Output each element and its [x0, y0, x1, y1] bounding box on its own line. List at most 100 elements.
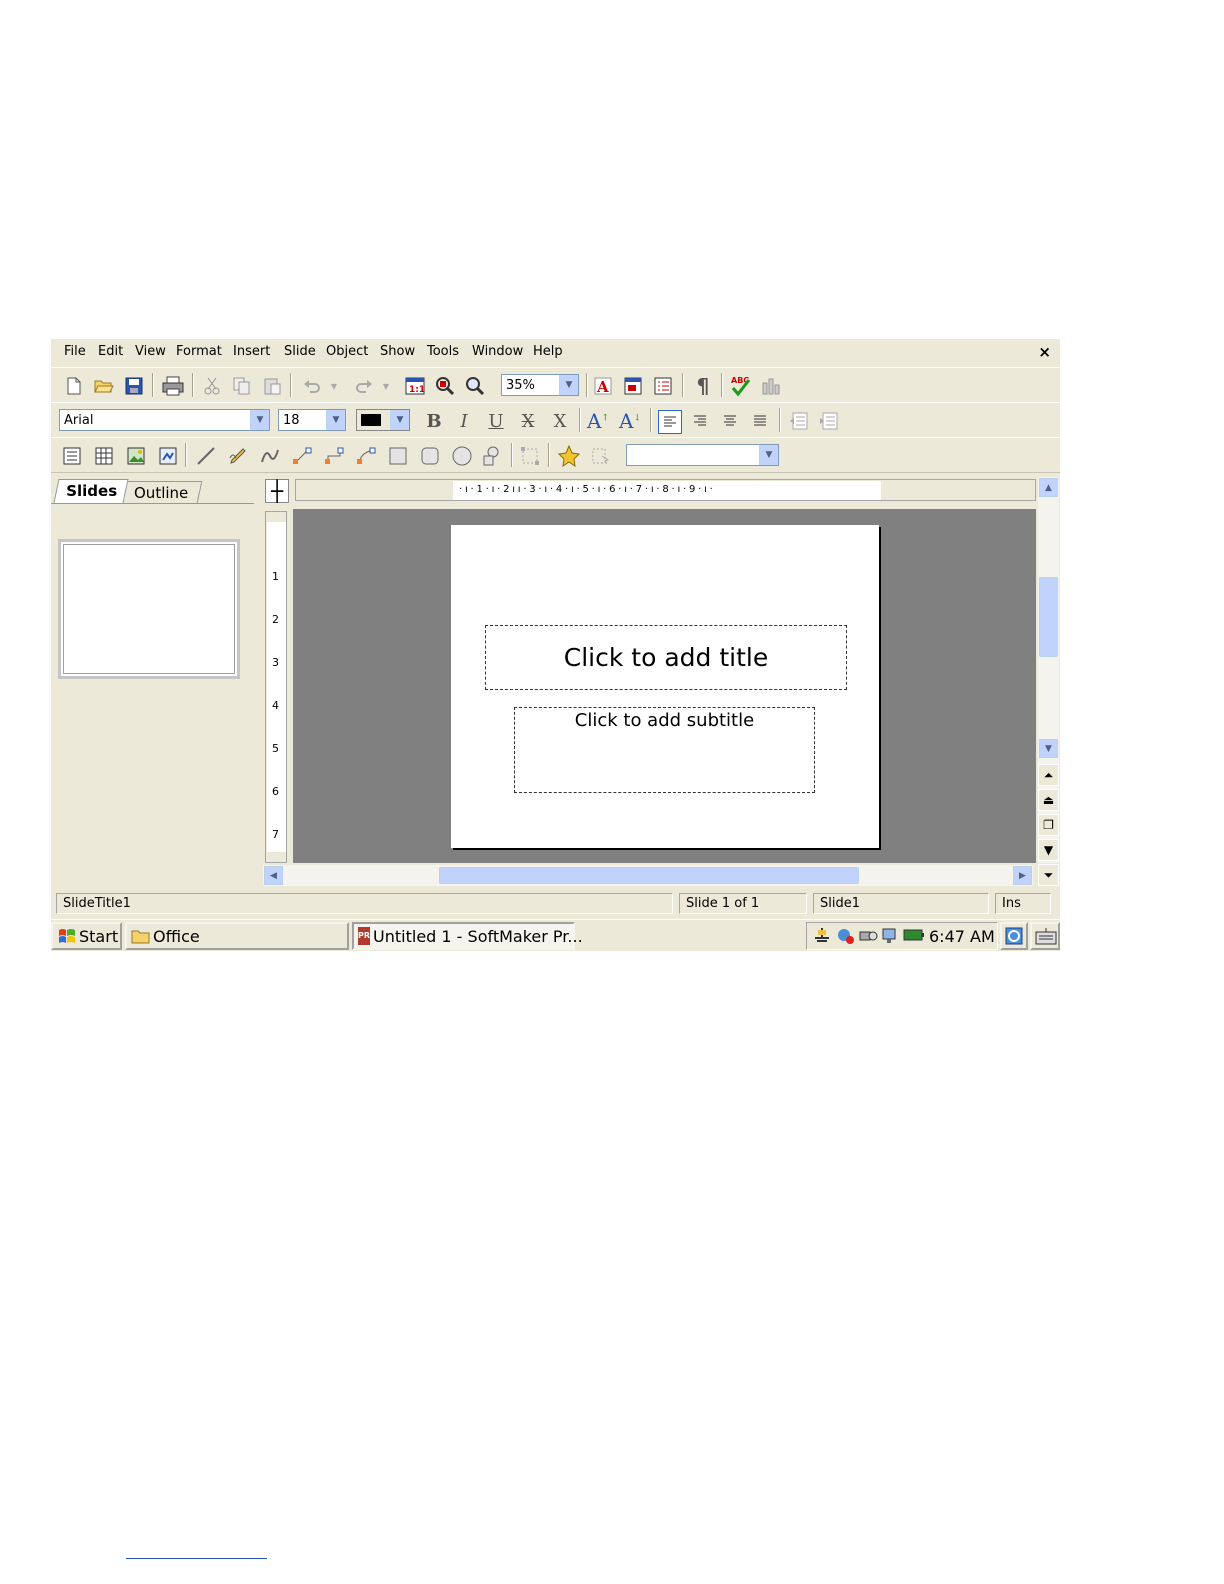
taskbar-folder-office[interactable]: Office [125, 922, 349, 950]
align-right-icon[interactable] [689, 410, 711, 432]
table-icon[interactable] [93, 445, 115, 467]
scroll-right-icon[interactable]: ▶ [1013, 866, 1032, 885]
chevron-down-icon[interactable]: ▼ [390, 410, 409, 430]
font-name-select[interactable]: Arial ▼ [59, 409, 270, 431]
previous-slide-icon[interactable]: ⏏ [1038, 789, 1059, 811]
horizontal-scroll-thumb[interactable] [439, 867, 859, 884]
ruler-origin-icon[interactable]: ┼ [265, 479, 289, 503]
horizontal-scrollbar[interactable]: ◀ ▶ [263, 865, 1033, 886]
subscript-icon[interactable]: A↓ [619, 409, 641, 433]
keyboard-icon[interactable] [1030, 922, 1060, 950]
font-color-select[interactable]: ▼ [356, 409, 410, 431]
star-effects-icon[interactable] [558, 445, 580, 467]
print-icon[interactable] [162, 375, 184, 397]
battery-icon[interactable] [903, 928, 925, 946]
vertical-scroll-thumb[interactable] [1039, 577, 1058, 657]
bold-icon[interactable]: B [423, 410, 445, 432]
title-placeholder[interactable]: Click to add title [485, 625, 847, 690]
menu-edit[interactable]: Edit [98, 344, 123, 359]
zoom-icon[interactable] [464, 375, 486, 397]
menu-view[interactable]: View [135, 344, 166, 359]
insert-picture-frame-icon[interactable] [622, 375, 644, 397]
status-insert-mode[interactable]: Ins [995, 893, 1051, 914]
menu-insert[interactable]: Insert [233, 344, 270, 359]
connection-icon[interactable] [858, 927, 878, 949]
slide-canvas[interactable]: Click to add title Click to add subtitle [293, 509, 1036, 863]
strikethrough-icon[interactable]: X [517, 410, 539, 432]
frame-select-icon[interactable] [589, 445, 611, 467]
rectangle-icon[interactable] [387, 445, 409, 467]
slide-thumbnail[interactable] [58, 539, 240, 679]
sip-icon[interactable] [1000, 922, 1028, 950]
freehand-pencil-icon[interactable] [227, 445, 249, 467]
clear-format-icon[interactable]: X [549, 410, 571, 432]
vertical-ruler[interactable]: 1 2 3 4 5 6 7 [265, 511, 287, 863]
copy-icon[interactable] [231, 375, 253, 397]
chevron-down-icon[interactable]: ▼ [559, 375, 578, 395]
last-slide-icon[interactable]: ⏷ [1038, 864, 1059, 886]
paste-icon[interactable] [261, 375, 283, 397]
text-frame-icon[interactable] [61, 445, 83, 467]
menu-show[interactable]: Show [380, 344, 415, 359]
curve-icon[interactable] [259, 445, 281, 467]
slide[interactable]: Click to add title Click to add subtitle [451, 525, 879, 848]
ole-object-icon[interactable] [157, 445, 179, 467]
menu-file[interactable]: File [64, 344, 86, 359]
redo-dropdown-icon[interactable]: ▼ [380, 375, 392, 397]
undo-icon[interactable] [301, 375, 323, 397]
chevron-down-icon[interactable]: ▼ [250, 410, 269, 430]
menu-format[interactable]: Format [176, 344, 222, 359]
spell-check-icon[interactable]: ABC [730, 375, 752, 397]
superscript-icon[interactable]: A↑ [587, 409, 609, 433]
menu-object[interactable]: Object [326, 344, 368, 359]
undo-dropdown-icon[interactable]: ▼ [328, 375, 340, 397]
tab-slides[interactable]: Slides [53, 479, 129, 503]
align-center-icon[interactable] [719, 410, 741, 432]
paragraph-marks-icon[interactable]: ¶ [692, 374, 714, 398]
font-size-select[interactable]: 18 ▼ [278, 409, 346, 431]
monitor-icon[interactable] [880, 927, 900, 949]
scroll-down-icon[interactable]: ▼ [1039, 739, 1058, 758]
first-slide-icon[interactable]: ⏶ [1038, 764, 1059, 786]
connector-straight-icon[interactable] [291, 445, 313, 467]
chart-icon[interactable] [760, 375, 782, 397]
group-objects-icon[interactable] [519, 445, 541, 467]
bullets-icon[interactable] [652, 375, 674, 397]
italic-icon[interactable]: I [453, 410, 475, 432]
menu-slide[interactable]: Slide [284, 344, 316, 359]
line-icon[interactable] [195, 445, 217, 467]
justify-icon[interactable] [749, 410, 771, 432]
scroll-up-icon[interactable]: ▲ [1039, 478, 1058, 497]
clock[interactable]: 6:47 AM [929, 927, 995, 946]
open-folder-icon[interactable] [93, 375, 115, 397]
connector-elbow-icon[interactable] [323, 445, 345, 467]
close-document-button[interactable]: × [1038, 343, 1051, 361]
chevron-down-icon[interactable]: ▼ [326, 410, 345, 430]
new-document-icon[interactable] [63, 375, 85, 397]
horizontal-ruler[interactable]: · ı · 1 · ı · 2 ı ı · 3 · ı · 4 · ı · 5 … [295, 479, 1036, 501]
increase-indent-icon[interactable] [818, 410, 840, 432]
style-select[interactable]: ▼ [626, 444, 779, 466]
picture-icon[interactable] [125, 445, 147, 467]
taskbar-window-softmaker[interactable]: PR Untitled 1 - SoftMaker Pr... [352, 922, 583, 950]
subtitle-placeholder[interactable]: Click to add subtitle [514, 707, 815, 793]
ellipse-icon[interactable] [451, 445, 473, 467]
menu-tools[interactable]: Tools [427, 344, 459, 359]
decrease-indent-icon[interactable] [788, 410, 810, 432]
tab-outline[interactable]: Outline [121, 481, 203, 503]
autoshape-icon[interactable] [481, 445, 503, 467]
start-button[interactable]: Start [51, 922, 122, 950]
menu-help[interactable]: Help [533, 344, 563, 359]
align-left-icon[interactable] [658, 410, 682, 434]
cut-icon[interactable] [201, 375, 223, 397]
menu-window[interactable]: Window [472, 344, 523, 359]
network-icon[interactable] [812, 927, 832, 949]
slide-sorter-icon[interactable]: ❐ [1038, 814, 1059, 836]
font-color-letter-icon[interactable]: A [592, 375, 614, 397]
redo-icon[interactable] [353, 375, 375, 397]
save-icon[interactable] [123, 375, 145, 397]
scroll-left-icon[interactable]: ◀ [264, 866, 283, 885]
underline-icon[interactable]: U [485, 410, 507, 432]
next-slide-icon[interactable]: ▼ [1038, 839, 1059, 861]
zoom-page-icon[interactable] [434, 375, 456, 397]
